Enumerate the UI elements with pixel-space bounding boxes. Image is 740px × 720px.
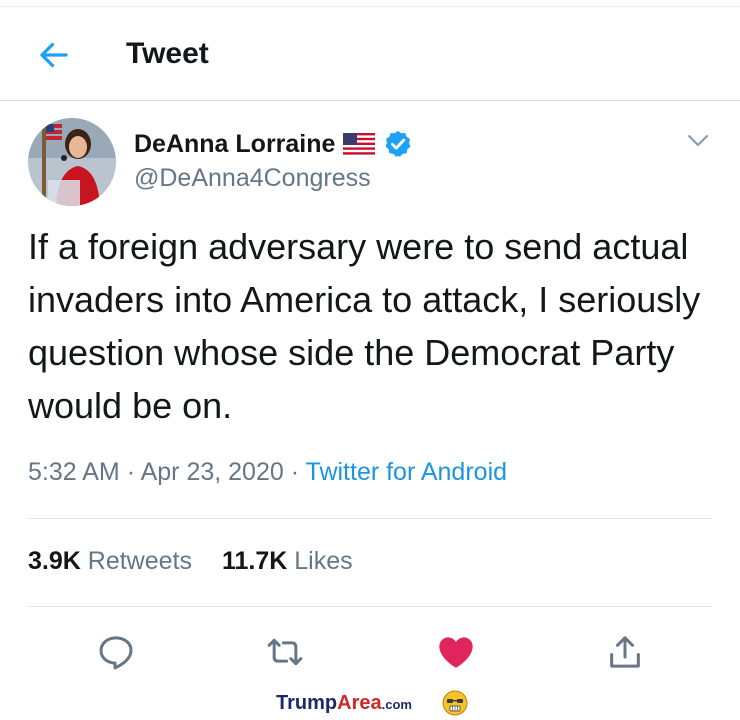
likes-count: 11.7K: [221, 547, 288, 575]
tweet-source-link[interactable]: Twitter for Android: [306, 458, 507, 486]
watermark-brand-part1: Trump: [276, 692, 338, 714]
stats-bottom-divider: [28, 606, 712, 607]
likes-label: Likes: [294, 547, 353, 575]
like-heart-icon[interactable]: [436, 632, 476, 672]
tweet-meta: 5:32 AM · Apr 23, 2020 · Twitter for And…: [28, 458, 507, 487]
tweet-time: 5:32 AM: [28, 458, 120, 486]
watermark-brand-part2: Area: [337, 692, 382, 714]
reply-icon[interactable]: [96, 632, 136, 672]
tweet-text: If a foreign adversary were to send actu…: [28, 226, 701, 426]
verified-badge-icon: [386, 130, 411, 157]
author-handle[interactable]: @DeAnna4Congress: [134, 164, 371, 193]
watermark-logo: TrumpArea.com: [276, 692, 412, 715]
emoji-face-icon: [442, 690, 468, 716]
share-icon[interactable]: [605, 632, 645, 672]
author-name-row: DeAnna Lorraine: [134, 128, 413, 160]
watermark-domain: .com: [381, 697, 412, 712]
likes-stat[interactable]: 11.7K Likes: [222, 547, 353, 576]
page-title: Tweet: [126, 37, 209, 70]
chevron-down-icon[interactable]: [684, 130, 712, 152]
retweets-count: 3.9K: [28, 547, 81, 575]
us-flag-icon: [343, 133, 376, 155]
header-divider: [0, 100, 740, 101]
retweets-label: Retweets: [87, 547, 192, 575]
meta-separator: ·: [290, 458, 306, 486]
tweet-date: Apr 23, 2020: [140, 458, 284, 486]
author-name[interactable]: DeAnna Lorraine: [134, 130, 335, 159]
avatar[interactable]: [28, 118, 116, 206]
header: Tweet: [0, 7, 740, 100]
meta-separator: ·: [126, 458, 141, 486]
retweet-icon[interactable]: [265, 632, 305, 672]
watermark-footer: TrumpArea.com: [0, 688, 740, 720]
tweet-stats: 3.9K Retweets 11.7K Likes: [28, 547, 353, 576]
arrow-left-icon[interactable]: [36, 37, 72, 73]
retweets-stat[interactable]: 3.9K Retweets: [28, 547, 192, 576]
stats-top-divider: [28, 518, 712, 519]
